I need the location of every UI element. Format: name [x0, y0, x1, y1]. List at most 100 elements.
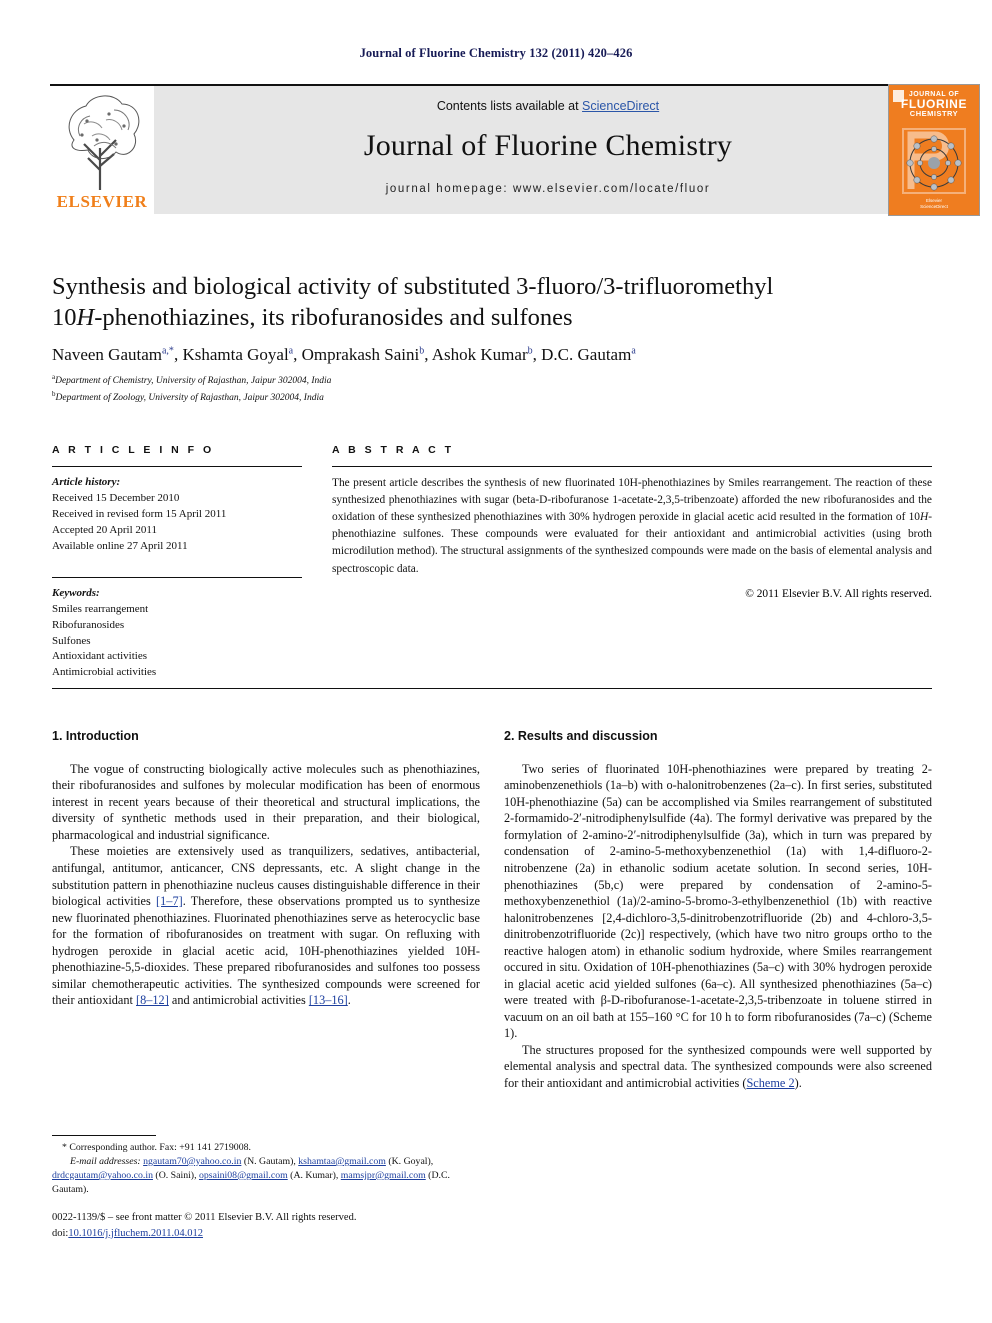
- author-name: Kshamta Goyal: [182, 345, 289, 364]
- author: Naveen Gautama,*: [52, 345, 174, 364]
- abstract-block: A B S T R A C T The present article desc…: [332, 444, 932, 600]
- masthead-banner: Contents lists available at ScienceDirec…: [154, 86, 942, 214]
- author-name: Omprakash Saini: [301, 345, 420, 364]
- citation-link-8-12[interactable]: [8–12]: [136, 993, 169, 1007]
- results-p2-part-a: The structures proposed for the synthesi…: [504, 1042, 932, 1090]
- atom-diagram-icon: [902, 128, 966, 194]
- history-item: Received 15 December 2010: [52, 491, 180, 504]
- affiliation-list: aDepartment of Chemistry, University of …: [52, 372, 932, 406]
- cover-footer-line2: ScienceDirect: [920, 204, 948, 210]
- contents-line: Contents lists available at ScienceDirec…: [154, 86, 942, 113]
- author-mark[interactable]: a: [631, 345, 635, 356]
- history-item: Received in revised form 15 April 2011: [52, 507, 227, 520]
- email-link[interactable]: drdcgautam@yahoo.co.in: [52, 1170, 153, 1181]
- author: Omprakash Sainib: [302, 345, 425, 364]
- keywords-label: Keywords:: [52, 586, 100, 599]
- affiliation-text: Department of Chemistry, University of R…: [55, 376, 332, 387]
- footnote-rule: [52, 1135, 156, 1136]
- email-link[interactable]: kshamtaa@gmail.com: [298, 1156, 386, 1167]
- results-paragraph-2: The structures proposed for the synthesi…: [504, 1042, 932, 1092]
- author-name: D.C. Gautam: [541, 345, 632, 364]
- issn-copyright-line: 0022-1139/$ – see front matter © 2011 El…: [52, 1212, 357, 1223]
- keyword: Antioxidant activities: [52, 650, 148, 663]
- keywords-rule: [52, 576, 302, 578]
- scheme-2-link[interactable]: Scheme 2: [746, 1076, 794, 1090]
- intro-paragraph-1: The vogue of constructing biologically a…: [52, 761, 480, 842]
- affiliation: bDepartment of Zoology, University of Ra…: [52, 389, 932, 406]
- author-mark[interactable]: a,*: [162, 345, 174, 356]
- corresponding-author-line: * Corresponding author. Fax: +91 141 271…: [62, 1142, 251, 1153]
- article-history: Article history: Received 15 December 20…: [52, 475, 302, 555]
- cover-title: JOURNAL OF FLUORINE CHEMISTRY: [889, 91, 979, 118]
- author-list: Naveen Gautama,*, Kshamta Goyala, Omprak…: [52, 345, 636, 364]
- title-line2-italic: H: [76, 303, 95, 331]
- section-heading-results: 2. Results and discussion: [504, 729, 658, 743]
- intro-p2-part-b: . Therefore, these observations prompted…: [52, 894, 481, 1008]
- cover-footer-line1: Elsevier: [925, 197, 942, 203]
- intro-p2-part-c: and antimicrobial activities: [168, 993, 309, 1008]
- email-addresses-label: E-mail addresses:: [70, 1155, 141, 1167]
- email-owner: (N. Gautam),: [241, 1155, 299, 1167]
- keyword: Smiles rearrangement: [52, 602, 149, 615]
- author-mark[interactable]: b: [419, 345, 424, 356]
- keyword: Ribofuranosides: [52, 618, 125, 631]
- article-history-label: Article history:: [52, 476, 121, 488]
- title-line2-pre: 10: [52, 303, 77, 331]
- keyword: Antimicrobial activities: [52, 666, 157, 679]
- elsevier-tree-icon: [68, 95, 140, 190]
- results-paragraph-1: Two series of fluorinated 10H-phenothiaz…: [504, 761, 932, 1041]
- email-owner: (O. Saini),: [152, 1169, 199, 1181]
- keyword: Sulfones: [52, 634, 91, 647]
- sciencedirect-link[interactable]: ScienceDirect: [582, 99, 659, 113]
- abstract-copyright: © 2011 Elsevier B.V. All rights reserved…: [745, 587, 932, 600]
- title-line-1: Synthesis and biological activity of sub…: [52, 273, 774, 300]
- author-name: Naveen Gautam: [52, 345, 162, 364]
- author-name: Ashok Kumar: [431, 345, 528, 364]
- author-mark[interactable]: b: [528, 345, 533, 356]
- email-owner: (A. Kumar),: [287, 1169, 341, 1181]
- doi-label: doi:: [52, 1227, 69, 1239]
- intro-p2-part-d: .: [347, 993, 351, 1008]
- column-left: 1. Introduction The vogue of constructin…: [52, 728, 480, 1009]
- author-mark[interactable]: a: [289, 345, 293, 356]
- corresponding-author-footnote: * Corresponding author. Fax: +91 141 271…: [52, 1135, 480, 1197]
- author: D.C. Gautama: [541, 345, 636, 364]
- doi-line: doi:10.1016/j.jfluchem.2011.04.012: [52, 1226, 552, 1242]
- running-head: Journal of Fluorine Chemistry 132 (2011)…: [359, 46, 633, 60]
- author: Kshamta Goyala: [182, 345, 293, 364]
- citation-link-1-7[interactable]: [1–7]: [156, 894, 183, 908]
- affiliation-text: Department of Zoology, University of Raj…: [55, 393, 324, 404]
- email-owner: (K. Goyal),: [385, 1155, 434, 1167]
- article-info-heading: A R T I C L E I N F O: [52, 444, 215, 456]
- page-footer: 0022-1139/$ – see front matter © 2011 El…: [52, 1210, 552, 1242]
- keywords-block: Keywords: Smiles rearrangement Ribofuran…: [52, 586, 302, 682]
- citation-link-13-16[interactable]: [13–16]: [309, 993, 348, 1007]
- intro-paragraph-2: These moieties are extensively used as t…: [52, 843, 480, 1008]
- page-title: Synthesis and biological activity of sub…: [52, 272, 932, 333]
- email-link[interactable]: mamsjpr@gmail.com: [341, 1170, 426, 1181]
- email-link[interactable]: opsaini08@gmail.com: [199, 1170, 288, 1181]
- author: Ashok Kumarb: [432, 345, 533, 364]
- abstract-text: The present article describes the synthe…: [332, 475, 932, 578]
- title-line-2: 10H-phenothiazines, its ribofuranosides …: [52, 304, 573, 331]
- email-link[interactable]: ngautam70@yahoo.co.in: [143, 1156, 241, 1167]
- journal-masthead: ELSEVIER Contents lists available at Sci…: [50, 84, 980, 216]
- section-separator-rule: [52, 688, 932, 689]
- article-info-rule: [52, 466, 302, 467]
- contents-prefix: Contents lists available at: [436, 99, 583, 113]
- journal-homepage-url[interactable]: journal homepage: www.elsevier.com/locat…: [154, 183, 942, 195]
- section-heading-introduction: 1. Introduction: [52, 729, 139, 743]
- abstract-heading: A B S T R A C T: [332, 444, 454, 456]
- elsevier-logo: ELSEVIER: [50, 86, 154, 214]
- elsevier-wordmark: ELSEVIER: [56, 192, 148, 211]
- journal-title: Journal of Fluorine Chemistry: [363, 129, 733, 162]
- history-item: Available online 27 April 2011: [52, 539, 188, 552]
- title-line2-post: -phenothiazines, its ribofuranosides and…: [94, 303, 573, 331]
- history-item: Accepted 20 April 2011: [52, 523, 157, 536]
- email-addresses-line: E-mail addresses: ngautam70@yahoo.co.in …: [52, 1155, 480, 1197]
- abstract-italic-h: H: [919, 511, 929, 524]
- column-right: 2. Results and discussion Two series of …: [504, 728, 932, 1091]
- article-page: Journal of Fluorine Chemistry 132 (2011)…: [0, 0, 992, 1323]
- doi-link[interactable]: 10.1016/j.jfluchem.2011.04.012: [68, 1228, 203, 1239]
- article-info-block: A R T I C L E I N F O Article history: R…: [52, 444, 302, 681]
